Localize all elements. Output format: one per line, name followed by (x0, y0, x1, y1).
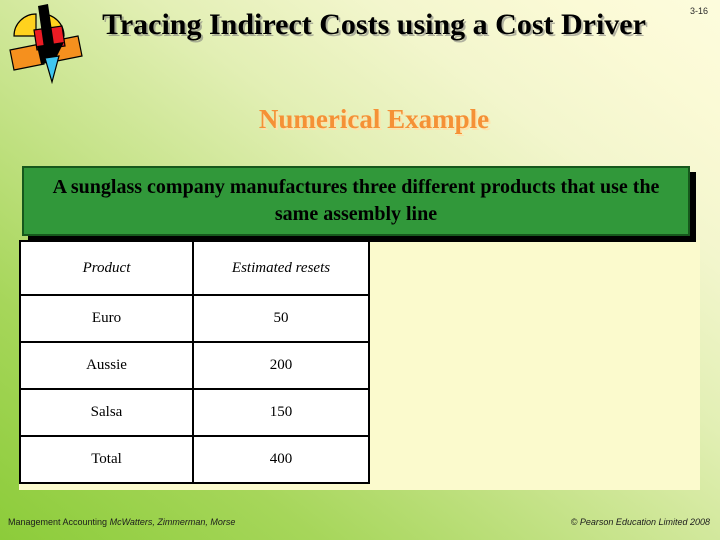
table-row: Euro 50 (19, 294, 370, 343)
footer-book-credit: Management Accounting McWatters, Zimmerm… (8, 517, 235, 527)
abstract-geometric-logo (4, 2, 88, 85)
page-subtitle: Numerical Example (258, 104, 490, 134)
slide-canvas: 3-16 Tracing Indirect Costs using a Cost… (0, 0, 720, 540)
footer-book-title: Management Accounting (8, 517, 110, 527)
table-row-total: Total 400 (19, 435, 370, 484)
table-cell-product: Aussie (19, 341, 194, 390)
slide-number: 3-16 (689, 6, 708, 16)
table-cell-value: 400 (192, 435, 370, 484)
table-cell-value: 150 (192, 388, 370, 437)
statement-banner: A sunglass company manufactures three di… (22, 166, 690, 236)
table-cell-product: Euro (19, 294, 194, 343)
footer-authors: McWatters, Zimmerman, Morse (109, 517, 236, 527)
table-row: Salsa 150 (19, 388, 370, 437)
statement-banner-text: A sunglass company manufactures three di… (52, 176, 660, 225)
product-resets-table: Product Estimated resets Euro 50 Aussie … (19, 240, 370, 484)
table-row: Aussie 200 (19, 341, 370, 390)
table-cell-value: 50 (192, 294, 370, 343)
table-header-row: Product Estimated resets (19, 240, 370, 296)
footer-copyright: © Pearson Education Limited 2008 (570, 517, 710, 527)
table-header-product: Product (19, 240, 194, 296)
table-cell-product: Total (19, 435, 194, 484)
table-header-estimated-resets: Estimated resets (192, 240, 370, 296)
page-title: Tracing Indirect Costs using a Cost Driv… (102, 8, 646, 41)
table-cell-product: Salsa (19, 388, 194, 437)
table-cell-value: 200 (192, 341, 370, 390)
